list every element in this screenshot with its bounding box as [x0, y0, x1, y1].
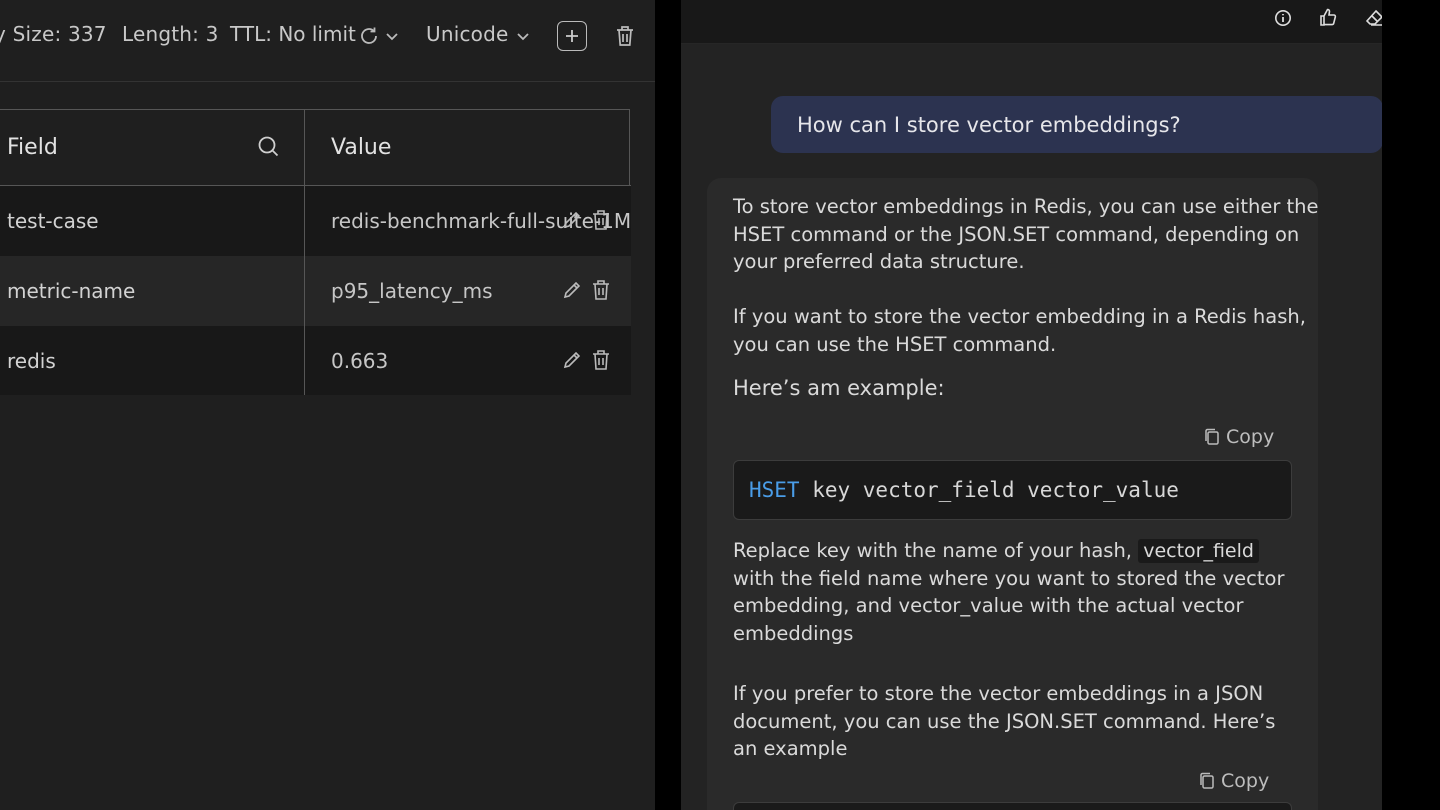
answer-paragraph: To store vector embeddings in Redis, you… [733, 195, 1319, 274]
answer-paragraph: If you want to store the vector embeddin… [733, 305, 1306, 356]
copy-icon [1200, 772, 1214, 789]
trash-icon[interactable] [591, 349, 611, 375]
edit-icon[interactable] [561, 209, 583, 235]
column-header-value: Value [305, 110, 631, 186]
answer-paragraph: If you prefer to store the vector embedd… [733, 682, 1276, 761]
key-details-header: y Size: 337 Length: 3 TTL: No limit Unic… [0, 0, 655, 82]
code-block: HSET key vector_field vector_value [733, 460, 1292, 520]
format-select[interactable]: Unicode [426, 22, 509, 46]
user-message: How can I store vector embeddings? [771, 96, 1383, 153]
info-icon[interactable] [1274, 9, 1292, 31]
code-keyword: HSET [749, 478, 800, 502]
table-row: redis 0.663 [0, 326, 631, 395]
key-details-panel: y Size: 337 Length: 3 TTL: No limit Unic… [0, 0, 655, 810]
panel-divider [655, 0, 681, 810]
ai-assistant-panel: How can I store vector embeddings? To st… [681, 0, 1411, 810]
search-icon[interactable] [257, 135, 281, 165]
field-cell: test-case [0, 186, 305, 256]
plus-icon [566, 30, 578, 42]
field-cell: metric-name [0, 256, 305, 326]
column-header-value-label: Value [331, 135, 392, 160]
hash-fields-table: Field Value test-case redis-benchmark-fu… [0, 109, 631, 395]
code-args: key vector_field vector_value [799, 478, 1179, 502]
edit-icon[interactable] [561, 349, 583, 375]
answer-paragraph: Here’s am example: [733, 376, 945, 400]
table-row: metric-name p95_latency_ms [0, 256, 631, 326]
refresh-options-chevron-icon[interactable] [384, 29, 400, 43]
assistant-message: To store vector embeddings in Redis, you… [707, 178, 1319, 810]
copy-icon [1205, 428, 1219, 445]
refresh-icon[interactable] [358, 24, 380, 48]
row-actions [561, 209, 611, 235]
format-chevron-icon[interactable] [515, 29, 531, 43]
field-cell: redis [0, 326, 305, 395]
scrollbar-track[interactable] [1382, 0, 1411, 810]
copy-code-button[interactable]: Copy [1199, 770, 1269, 792]
copy-label: Copy [1226, 426, 1275, 448]
code-block [733, 802, 1292, 810]
column-header-field: Field [0, 110, 305, 186]
add-field-button[interactable] [557, 21, 587, 51]
column-header-field-label: Field [7, 135, 58, 160]
edit-icon[interactable] [561, 279, 583, 305]
answer-paragraph: Replace key with the name of your hash, … [733, 537, 1333, 647]
copy-code-button[interactable]: Copy [1204, 426, 1274, 448]
trash-icon[interactable] [591, 279, 611, 305]
inline-code: vector_field [1138, 539, 1259, 563]
delete-key-button[interactable] [613, 23, 637, 49]
row-actions [561, 279, 611, 305]
trash-icon [617, 26, 633, 46]
row-actions [561, 349, 611, 375]
key-length: Length: 3 [122, 22, 219, 46]
answer-text: Replace key with the name of your hash, [733, 539, 1132, 562]
trash-icon[interactable] [591, 209, 611, 235]
thumbs-up-icon[interactable] [1318, 7, 1338, 31]
table-row: test-case redis-benchmark-full-suite-1Mk [0, 186, 631, 256]
assistant-toolbar [681, 0, 1411, 44]
answer-text: with the field name where you want to st… [733, 566, 1285, 645]
copy-label: Copy [1221, 770, 1270, 792]
key-size: y Size: 337 [0, 22, 107, 46]
key-ttl[interactable]: TTL: No limit [230, 22, 356, 46]
